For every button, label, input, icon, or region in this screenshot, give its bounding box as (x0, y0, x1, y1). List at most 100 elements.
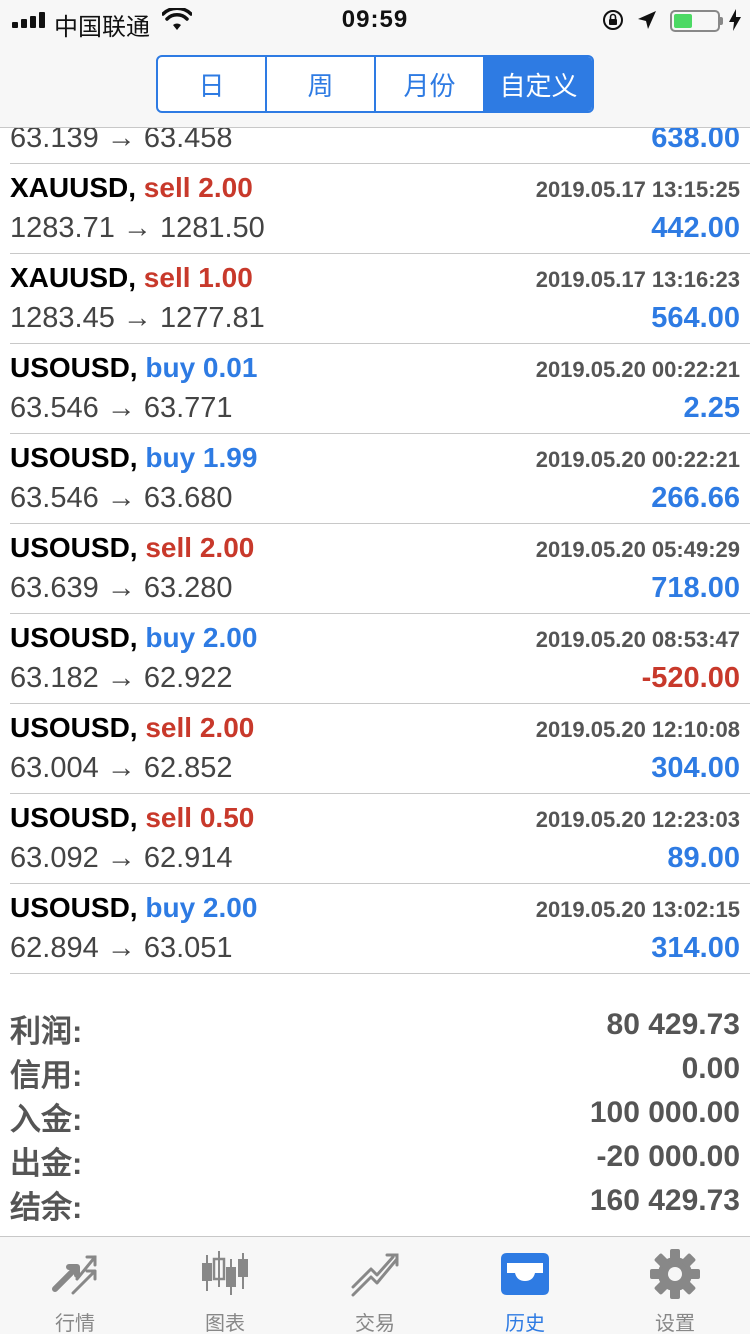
trade-row[interactable]: USOUSD, sell 0.50 2019.05.20 12:23:03 63.0… (10, 794, 750, 884)
trade-title: USOUSD, sell 0.50 (10, 802, 254, 834)
trade-symbol: USOUSD (10, 892, 130, 923)
trade-title: USOUSD, buy 2.00 (10, 622, 257, 654)
summary-credit: 信用: 0.00 (10, 1050, 740, 1094)
history-icon (501, 1253, 549, 1295)
trade-row[interactable]: XAUUSD, sell 1.00 2019.05.17 13:16:23 1283… (10, 254, 750, 344)
trade-row[interactable]: USOUSD, sell 2.00 2019.05.20 12:10:08 63.0… (10, 704, 750, 794)
tab-label: 历史 (505, 1313, 545, 1334)
trade-profit: 638.00 (651, 128, 740, 154)
trade-title: USOUSD, buy 1.99 (10, 442, 257, 474)
summary-withdrawal: 出金: -20 000.00 (10, 1138, 740, 1182)
segment-month[interactable]: 月份 (376, 57, 485, 111)
trade-symbol: USOUSD (10, 352, 130, 383)
tab-trade[interactable]: 交易 (300, 1237, 450, 1334)
trade-symbol: XAUUSD (10, 262, 129, 293)
trade-row[interactable]: USOUSD, buy 0.01 2019.05.20 00:22:21 63.54… (10, 344, 750, 434)
trade-profit: 304.00 (651, 752, 740, 784)
summary-value: 100 000.00 (589, 1096, 740, 1129)
tab-bar: 行情 图表 交易 历史 设置 (0, 1236, 750, 1334)
trade-title: XAUUSD, sell 1.00 (10, 262, 253, 294)
trade-symbol: USOUSD (10, 712, 130, 743)
trade-prices: 63.004 → 62.852 (10, 752, 233, 784)
tab-quotes[interactable]: 行情 (0, 1237, 150, 1334)
trade-prices: 63.182 → 62.922 (10, 662, 233, 694)
trade-profit: 2.25 (683, 392, 740, 424)
trade-prices: 63.546 → 63.680 (10, 482, 233, 514)
battery-tip (720, 17, 723, 25)
tab-settings[interactable]: 设置 (600, 1237, 750, 1334)
trade-prices: 1283.71 → 1281.50 (10, 212, 265, 244)
trade-profit: 314.00 (651, 932, 740, 964)
trade-time: 2019.05.20 13:02:15 (535, 897, 740, 922)
summary-label: 入金: (10, 1102, 83, 1137)
trade-row[interactable]: USOUSD, buy 2.00 2019.05.20 08:53:47 63.18… (10, 614, 750, 704)
segment-week[interactable]: 周 (267, 57, 376, 111)
trade-time: 2019.05.20 05:49:29 (535, 537, 740, 562)
trade-separator: , (129, 532, 146, 563)
account-summary: 利润: 80 429.73 信用: 0.00 入金: 100 000.00 出金… (10, 1006, 740, 1226)
trade-prices: 63.639 → 63.280 (10, 572, 233, 604)
trade-icon (351, 1253, 399, 1297)
quotes-icon (52, 1255, 97, 1295)
location-icon (638, 11, 656, 29)
trade-separator: , (129, 802, 146, 833)
trade-profit: 89.00 (667, 842, 740, 874)
battery-icon (670, 10, 720, 32)
trade-separator: , (129, 622, 146, 653)
trade-row[interactable]: USOUSD, sell 2.00 2019.05.20 05:49:29 63.6… (10, 524, 750, 614)
trade-time: 2019.05.20 08:53:47 (535, 627, 740, 652)
trade-volume: 0.50 (199, 802, 255, 833)
tab-label: 行情 (55, 1313, 95, 1334)
tab-history[interactable]: 历史 (450, 1237, 600, 1334)
summary-deposit: 入金: 100 000.00 (10, 1094, 740, 1138)
summary-label: 利润: (10, 1014, 83, 1049)
trade-row[interactable]: USOUSD, buy 2.00 2019.05.20 13:02:15 62.89… (10, 884, 750, 974)
trade-time: 2019.05.17 13:15:25 (535, 177, 740, 202)
trade-symbol: USOUSD (10, 802, 130, 833)
trade-prices: 1283.45 → 1277.81 (10, 302, 265, 334)
header: 日 周 月份 自定义 (0, 40, 750, 128)
trade-title: XAUUSD, sell 2.00 (10, 172, 253, 204)
trade-separator: , (129, 352, 146, 383)
trade-type: sell (143, 262, 191, 293)
trade-type: buy (145, 442, 196, 473)
tab-chart[interactable]: 图表 (150, 1237, 300, 1334)
tab-label: 交易 (355, 1313, 395, 1334)
segment-custom[interactable]: 自定义 (485, 57, 592, 111)
trade-time: 2019.05.17 13:16:23 (535, 267, 740, 292)
trade-time: 2019.05.20 00:22:21 (535, 357, 740, 382)
settings-icon (650, 1249, 700, 1299)
trade-profit: 442.00 (651, 212, 740, 244)
trade-type: buy (145, 892, 196, 923)
trade-separator: , (129, 712, 146, 743)
trade-profit: 718.00 (651, 572, 740, 604)
trade-profit: 564.00 (651, 302, 740, 334)
trade-prices: 63.092 → 62.914 (10, 842, 233, 874)
trade-volume: 1.99 (202, 442, 258, 473)
trade-prices: 63.139 → 63.458 (10, 128, 233, 154)
trade-row[interactable]: USOUSD, buy 1.99 2019.05.20 00:22:21 63.54… (10, 434, 750, 524)
trade-profit: -520.00 (641, 662, 740, 694)
trade-type: sell (145, 802, 193, 833)
trade-profit: 266.66 (651, 482, 740, 514)
charging-icon (729, 9, 741, 31)
trade-symbol: USOUSD (10, 442, 130, 473)
trade-title: USOUSD, buy 2.00 (10, 892, 257, 924)
segment-day[interactable]: 日 (158, 57, 267, 111)
trade-separator: , (129, 892, 146, 923)
summary-profit: 利润: 80 429.73 (10, 1006, 740, 1050)
trade-time: 2019.05.20 12:10:08 (535, 717, 740, 742)
trade-row[interactable]: XAUUSD, sell 2.00 2019.05.17 13:15:25 1283… (10, 164, 750, 254)
trade-history-list[interactable]: USOUSD, buy 2.00 63.139 → 63.458 638.00 XAU… (0, 128, 750, 994)
trade-volume: 2.00 (199, 532, 255, 563)
trade-type: buy (145, 352, 196, 383)
summary-value: 80 429.73 (606, 1008, 740, 1041)
trade-volume: 2.00 (202, 622, 258, 653)
summary-label: 出金: (10, 1146, 83, 1181)
trade-row[interactable]: USOUSD, buy 2.0063.139 → 63.458638.00 (10, 128, 750, 164)
trade-time: 2019.05.20 00:22:21 (535, 447, 740, 472)
trade-volume: 2.00 (199, 712, 255, 743)
trade-symbol: USOUSD (10, 532, 130, 563)
trade-prices: 62.894 → 63.051 (10, 932, 233, 964)
trade-symbol: USOUSD (10, 622, 130, 653)
